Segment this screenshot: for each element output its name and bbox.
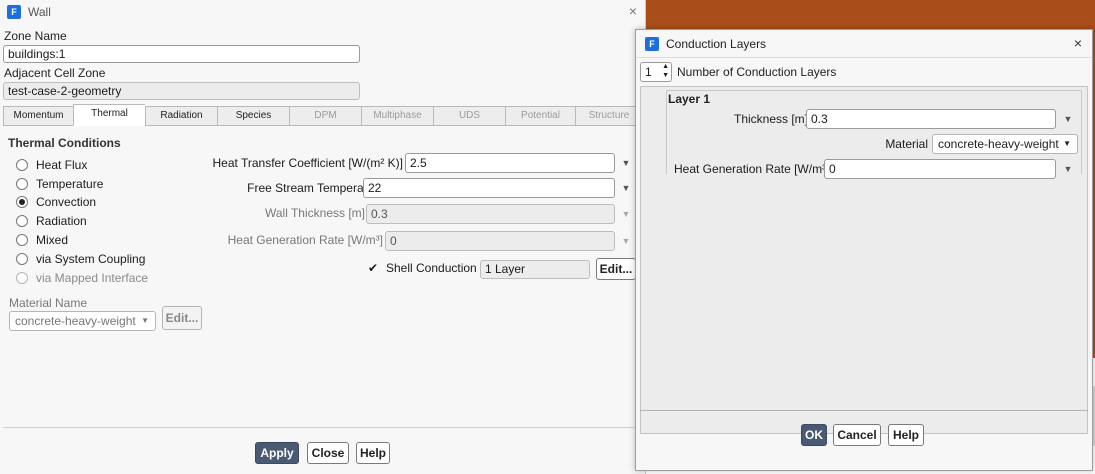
thickness-input[interactable]: 0.3	[806, 109, 1056, 129]
conduction-title: Conduction Layers	[666, 36, 767, 51]
radio-convection[interactable]: Convection	[16, 195, 96, 209]
tab-structure[interactable]: Structure	[575, 106, 643, 126]
material-name-label: Material Name	[9, 296, 88, 310]
chevron-down-icon[interactable]: ▼	[619, 181, 633, 195]
radio-label: Mixed	[36, 233, 69, 247]
divider	[640, 410, 1088, 411]
fluent-app-icon: F	[645, 36, 659, 51]
checkmark-icon[interactable]: ✔	[368, 262, 380, 274]
layer-heat-gen-input[interactable]: 0	[824, 159, 1056, 179]
radio-mixed[interactable]: Mixed	[16, 233, 68, 247]
zone-name-label: Zone Name	[4, 29, 67, 43]
chevron-down-icon[interactable]: ▼	[619, 234, 633, 248]
material-label: Material	[885, 137, 928, 151]
tab-dpm[interactable]: DPM	[289, 106, 361, 126]
radio-circle[interactable]	[16, 272, 28, 284]
adjacent-cell-zone-label: Adjacent Cell Zone	[4, 66, 106, 80]
tab-multiphase[interactable]: Multiphase	[361, 106, 433, 126]
shell-conduction-label: Shell Conduction	[386, 261, 477, 275]
layers-count-value: 1	[645, 65, 652, 79]
cancel-button[interactable]: Cancel	[833, 424, 881, 446]
shell-conduction-checkbox[interactable]: ✔ Shell Conduction	[368, 261, 477, 275]
htc-label: Heat Transfer Coefficient [W/(m² K)]	[212, 156, 404, 170]
layer-material-select[interactable]: concrete-heavy-weight ▼	[932, 134, 1078, 154]
layer-material-value: concrete-heavy-weight	[938, 137, 1059, 151]
layer-heat-gen-label: Heat Generation Rate [W/m³]	[674, 162, 830, 176]
radio-label: Convection	[36, 195, 97, 209]
tab-potential[interactable]: Potential	[505, 106, 575, 126]
tab-thermal[interactable]: Thermal	[73, 104, 145, 126]
shell-conduction-layers-field: 1 Layer	[480, 260, 590, 279]
adjacent-cell-zone-field: test-case-2-geometry	[3, 82, 360, 100]
tab-bar: Momentum Thermal Radiation Species DPM M…	[3, 104, 643, 126]
chevron-down-icon[interactable]: ▼	[619, 207, 633, 221]
thickness-label: Thickness [m]	[733, 112, 808, 126]
zone-name-input[interactable]: buildings:1	[3, 45, 360, 63]
chevron-down-icon[interactable]: ▼	[1061, 112, 1075, 126]
fluent-app-icon: F	[7, 5, 21, 19]
radio-circle-selected[interactable]	[16, 196, 28, 208]
radio-label: Heat Flux	[36, 158, 88, 172]
radio-label: Temperature	[36, 177, 104, 191]
radio-temperature[interactable]: Temperature	[16, 177, 103, 191]
divider	[3, 427, 643, 428]
spinner-arrows-icon[interactable]: ▲ ▼	[662, 62, 669, 80]
htc-input[interactable]: 2.5	[405, 153, 615, 173]
conduction-layers-dialog: F Conduction Layers × 1 ▲ ▼ Number of Con…	[635, 29, 1093, 471]
wall-thickness-label: Wall Thickness [m]	[264, 206, 365, 220]
tab-species[interactable]: Species	[217, 106, 289, 126]
tab-momentum[interactable]: Momentum	[3, 106, 73, 126]
close-icon[interactable]: ×	[1074, 35, 1082, 51]
radio-circle[interactable]	[16, 159, 28, 171]
radio-circle[interactable]	[16, 215, 28, 227]
radio-circle[interactable]	[16, 234, 28, 246]
material-edit-button[interactable]: Edit...	[162, 306, 202, 330]
help-button[interactable]: Help	[356, 442, 390, 464]
radio-radiation[interactable]: Radiation	[16, 214, 87, 228]
wall-titlebar[interactable]: F Wall ×	[0, 0, 645, 24]
shell-edit-button[interactable]: Edit...	[596, 258, 636, 280]
heat-gen-rate-label: Heat Generation Rate [W/m³]	[227, 233, 383, 247]
apply-button[interactable]: Apply	[255, 442, 299, 464]
radio-label: via Mapped Interface	[36, 271, 149, 285]
radio-system-coupling[interactable]: via System Coupling	[16, 252, 145, 266]
radio-mapped-interface[interactable]: via Mapped Interface	[16, 271, 148, 285]
material-select[interactable]: concrete-heavy-weight ▼	[9, 311, 156, 331]
layer-title: Layer 1	[668, 92, 711, 106]
wall-title: Wall	[28, 5, 51, 19]
help-button[interactable]: Help	[888, 424, 924, 446]
tab-uds[interactable]: UDS	[433, 106, 505, 126]
tab-radiation[interactable]: Radiation	[145, 106, 217, 126]
thermal-conditions-title: Thermal Conditions	[8, 136, 121, 150]
chevron-down-icon: ▼	[1063, 139, 1071, 148]
chevron-down-icon: ▼	[141, 316, 149, 325]
layers-count-spinner[interactable]: 1 ▲ ▼	[640, 62, 672, 82]
material-select-value: concrete-heavy-weight	[15, 314, 136, 328]
layers-count-label: Number of Conduction Layers	[677, 65, 837, 79]
conduction-titlebar[interactable]: F Conduction Layers ×	[636, 30, 1092, 58]
wall-thickness-input[interactable]: 0.3	[366, 204, 615, 224]
heat-gen-rate-input[interactable]: 0	[385, 231, 615, 251]
radio-heat-flux[interactable]: Heat Flux	[16, 158, 87, 172]
radio-circle[interactable]	[16, 253, 28, 265]
close-icon[interactable]: ×	[629, 3, 637, 19]
radio-label: via System Coupling	[36, 252, 146, 266]
chevron-down-icon[interactable]: ▼	[1061, 162, 1075, 176]
free-stream-temp-input[interactable]: 22	[363, 178, 615, 198]
radio-circle[interactable]	[16, 178, 28, 190]
close-button[interactable]: Close	[307, 442, 349, 464]
radio-label: Radiation	[36, 214, 87, 228]
wall-dialog: F Wall × Zone Name buildings:1 Adjacent …	[0, 0, 646, 474]
chevron-down-icon[interactable]: ▼	[619, 156, 633, 170]
ok-button[interactable]: OK	[801, 424, 827, 446]
